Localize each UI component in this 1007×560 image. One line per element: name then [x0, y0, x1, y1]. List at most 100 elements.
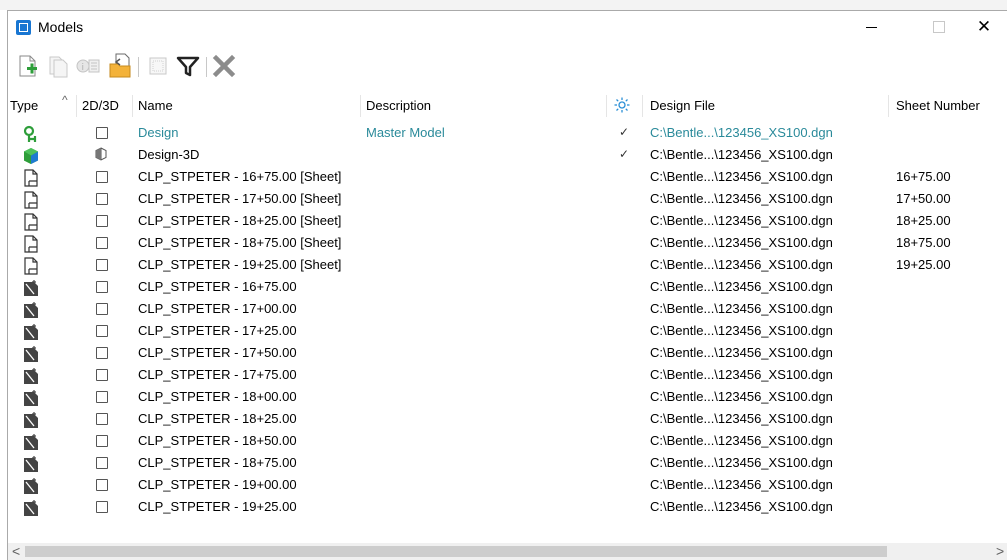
drawing-model-icon: [23, 433, 39, 450]
design-file-path: C:\Bentle...\123456_XS100.dgn: [650, 169, 833, 184]
model-row[interactable]: CLP_STPETER - 17+00.00 C:\Bentle...\12345…: [8, 299, 1007, 321]
sheet-model-icon: [23, 213, 39, 231]
2d-model-icon: [96, 501, 108, 513]
import-model-button[interactable]: [106, 53, 134, 79]
model-row[interactable]: CLP_STPETER - 18+25.00 [Sheet] C:\Bentle.…: [8, 211, 1007, 233]
delete-icon: [212, 54, 236, 78]
model-row[interactable]: CLP_STPETER - 17+50.00 [Sheet] C:\Bentle.…: [8, 189, 1007, 211]
properties-icon: i: [76, 59, 100, 73]
column-divider[interactable]: [888, 95, 889, 117]
column-sheet-number[interactable]: Sheet Number: [896, 98, 980, 113]
column-divider[interactable]: [360, 95, 361, 117]
design-file-path: C:\Bentle...\123456_XS100.dgn: [650, 455, 833, 470]
drawing-model-icon: [23, 345, 39, 362]
scroll-right-arrow-icon[interactable]: >: [996, 543, 1004, 559]
model-name: CLP_STPETER - 18+00.00: [138, 389, 297, 404]
model-row[interactable]: CLP_STPETER - 18+25.00 C:\Bentle...\12345…: [8, 409, 1007, 431]
drawing-model-icon: [23, 477, 39, 494]
model-row[interactable]: CLP_STPETER - 16+75.00 [Sheet] C:\Bentle.…: [8, 167, 1007, 189]
design-model-icon: [23, 125, 39, 142]
model-row[interactable]: CLP_STPETER - 19+25.00 [Sheet] C:\Bentle.…: [8, 255, 1007, 277]
model-description: Master Model: [366, 125, 445, 140]
column-type[interactable]: Type: [10, 98, 38, 113]
model-row[interactable]: Design Master Model ✓ C:\Bentle...\123456_X…: [8, 123, 1007, 145]
model-row[interactable]: CLP_STPETER - 18+00.00 C:\Bentle...\12345…: [8, 387, 1007, 409]
svg-text:i: i: [82, 63, 85, 73]
model-row[interactable]: CLP_STPETER - 19+00.00 C:\Bentle...\12345…: [8, 475, 1007, 497]
2d-model-icon: [96, 369, 108, 381]
minimize-icon: [865, 26, 877, 28]
column-divider[interactable]: [132, 95, 133, 117]
model-row[interactable]: CLP_STPETER - 18+75.00 C:\Bentle...\12345…: [8, 453, 1007, 475]
2d-model-icon: [96, 347, 108, 359]
sheet-number: 19+25.00: [896, 257, 951, 272]
toolbar: i: [8, 45, 1007, 85]
filter-button[interactable]: [174, 53, 202, 79]
model-row[interactable]: CLP_STPETER - 16+75.00 C:\Bentle...\12345…: [8, 277, 1007, 299]
model-name: CLP_STPETER - 18+25.00 [Sheet]: [138, 213, 342, 228]
design-file-path: C:\Bentle...\123456_XS100.dgn: [650, 213, 833, 228]
drawing-model-icon: [23, 455, 39, 472]
maximize-button[interactable]: [916, 11, 962, 43]
model-row[interactable]: CLP_STPETER - 18+50.00 C:\Bentle...\12345…: [8, 431, 1007, 453]
column-divider[interactable]: [642, 95, 643, 117]
column-active-sun-icon[interactable]: [614, 97, 630, 116]
model-name: CLP_STPETER - 18+75.00 [Sheet]: [138, 235, 342, 250]
model-row[interactable]: CLP_STPETER - 17+50.00 C:\Bentle...\12345…: [8, 343, 1007, 365]
scroll-thumb[interactable]: [25, 546, 887, 557]
column-design-file[interactable]: Design File: [650, 98, 715, 113]
sort-indicator-icon: ^: [62, 93, 68, 107]
model-name: Design-3D: [138, 147, 200, 162]
column-header: Type ^ 2D/3D Name Description Design Fil…: [8, 93, 1007, 117]
design-file-path: C:\Bentle...\123456_XS100.dgn: [650, 499, 833, 514]
2d-model-icon: [96, 457, 108, 469]
design-file-path: C:\Bentle...\123456_XS100.dgn: [650, 257, 833, 272]
2d-model-icon: [96, 413, 108, 425]
delete-button[interactable]: [210, 53, 238, 79]
horizontal-scrollbar[interactable]: < >: [8, 543, 1007, 560]
design-file-path: C:\Bentle...\123456_XS100.dgn: [650, 477, 833, 492]
design-file-path: C:\Bentle...\123456_XS100.dgn: [650, 147, 833, 162]
model-name: CLP_STPETER - 16+75.00: [138, 279, 297, 294]
sheet-model-icon: [23, 257, 39, 275]
sheet-model-icon: [23, 191, 39, 209]
toolbar-separator: [138, 57, 139, 77]
select-all-button[interactable]: [144, 53, 172, 79]
column-name[interactable]: Name: [138, 98, 173, 113]
model-row[interactable]: CLP_STPETER - 18+75.00 [Sheet] C:\Bentle.…: [8, 233, 1007, 255]
model-name: CLP_STPETER - 18+25.00: [138, 411, 297, 426]
column-divider[interactable]: [606, 95, 607, 117]
title-bar[interactable]: Models ✕: [8, 11, 1007, 43]
window-title: Models: [38, 19, 84, 35]
model-row[interactable]: CLP_STPETER - 17+25.00 C:\Bentle...\12345…: [8, 321, 1007, 343]
column-description[interactable]: Description: [366, 98, 431, 113]
column-divider[interactable]: [76, 95, 77, 117]
model-row[interactable]: Design-3D ✓ C:\Bentle...\123456_XS100.dgn: [8, 145, 1007, 167]
drawing-model-icon: [23, 323, 39, 340]
drawing-model-icon: [23, 411, 39, 428]
close-button[interactable]: ✕: [961, 11, 1007, 43]
3d-model-icon: [23, 147, 39, 164]
sheet-number: 16+75.00: [896, 169, 951, 184]
design-file-path: C:\Bentle...\123456_XS100.dgn: [650, 125, 833, 140]
design-file-path: C:\Bentle...\123456_XS100.dgn: [650, 191, 833, 206]
scroll-left-arrow-icon[interactable]: <: [12, 543, 20, 559]
model-row[interactable]: CLP_STPETER - 17+75.00 C:\Bentle...\12345…: [8, 365, 1007, 387]
2d-model-icon: [96, 215, 108, 227]
design-file-path: C:\Bentle...\123456_XS100.dgn: [650, 345, 833, 360]
copy-model-button[interactable]: [44, 53, 72, 79]
2d-model-icon: [96, 435, 108, 447]
model-row[interactable]: CLP_STPETER - 19+25.00 C:\Bentle...\12345…: [8, 497, 1007, 519]
model-name: Design: [138, 125, 179, 140]
drawing-model-icon: [23, 279, 39, 296]
toolbar-separator: [206, 57, 207, 77]
2d-model-icon: [96, 303, 108, 315]
minimize-button[interactable]: [848, 11, 894, 43]
model-name: CLP_STPETER - 16+75.00 [Sheet]: [138, 169, 342, 184]
checkmark-icon: ✓: [619, 147, 630, 161]
model-name: CLP_STPETER - 18+50.00: [138, 433, 297, 448]
column-2d3d[interactable]: 2D/3D: [82, 98, 119, 113]
2d-model-icon: [96, 127, 108, 139]
properties-button[interactable]: i: [74, 53, 102, 79]
new-model-button[interactable]: [14, 53, 42, 79]
